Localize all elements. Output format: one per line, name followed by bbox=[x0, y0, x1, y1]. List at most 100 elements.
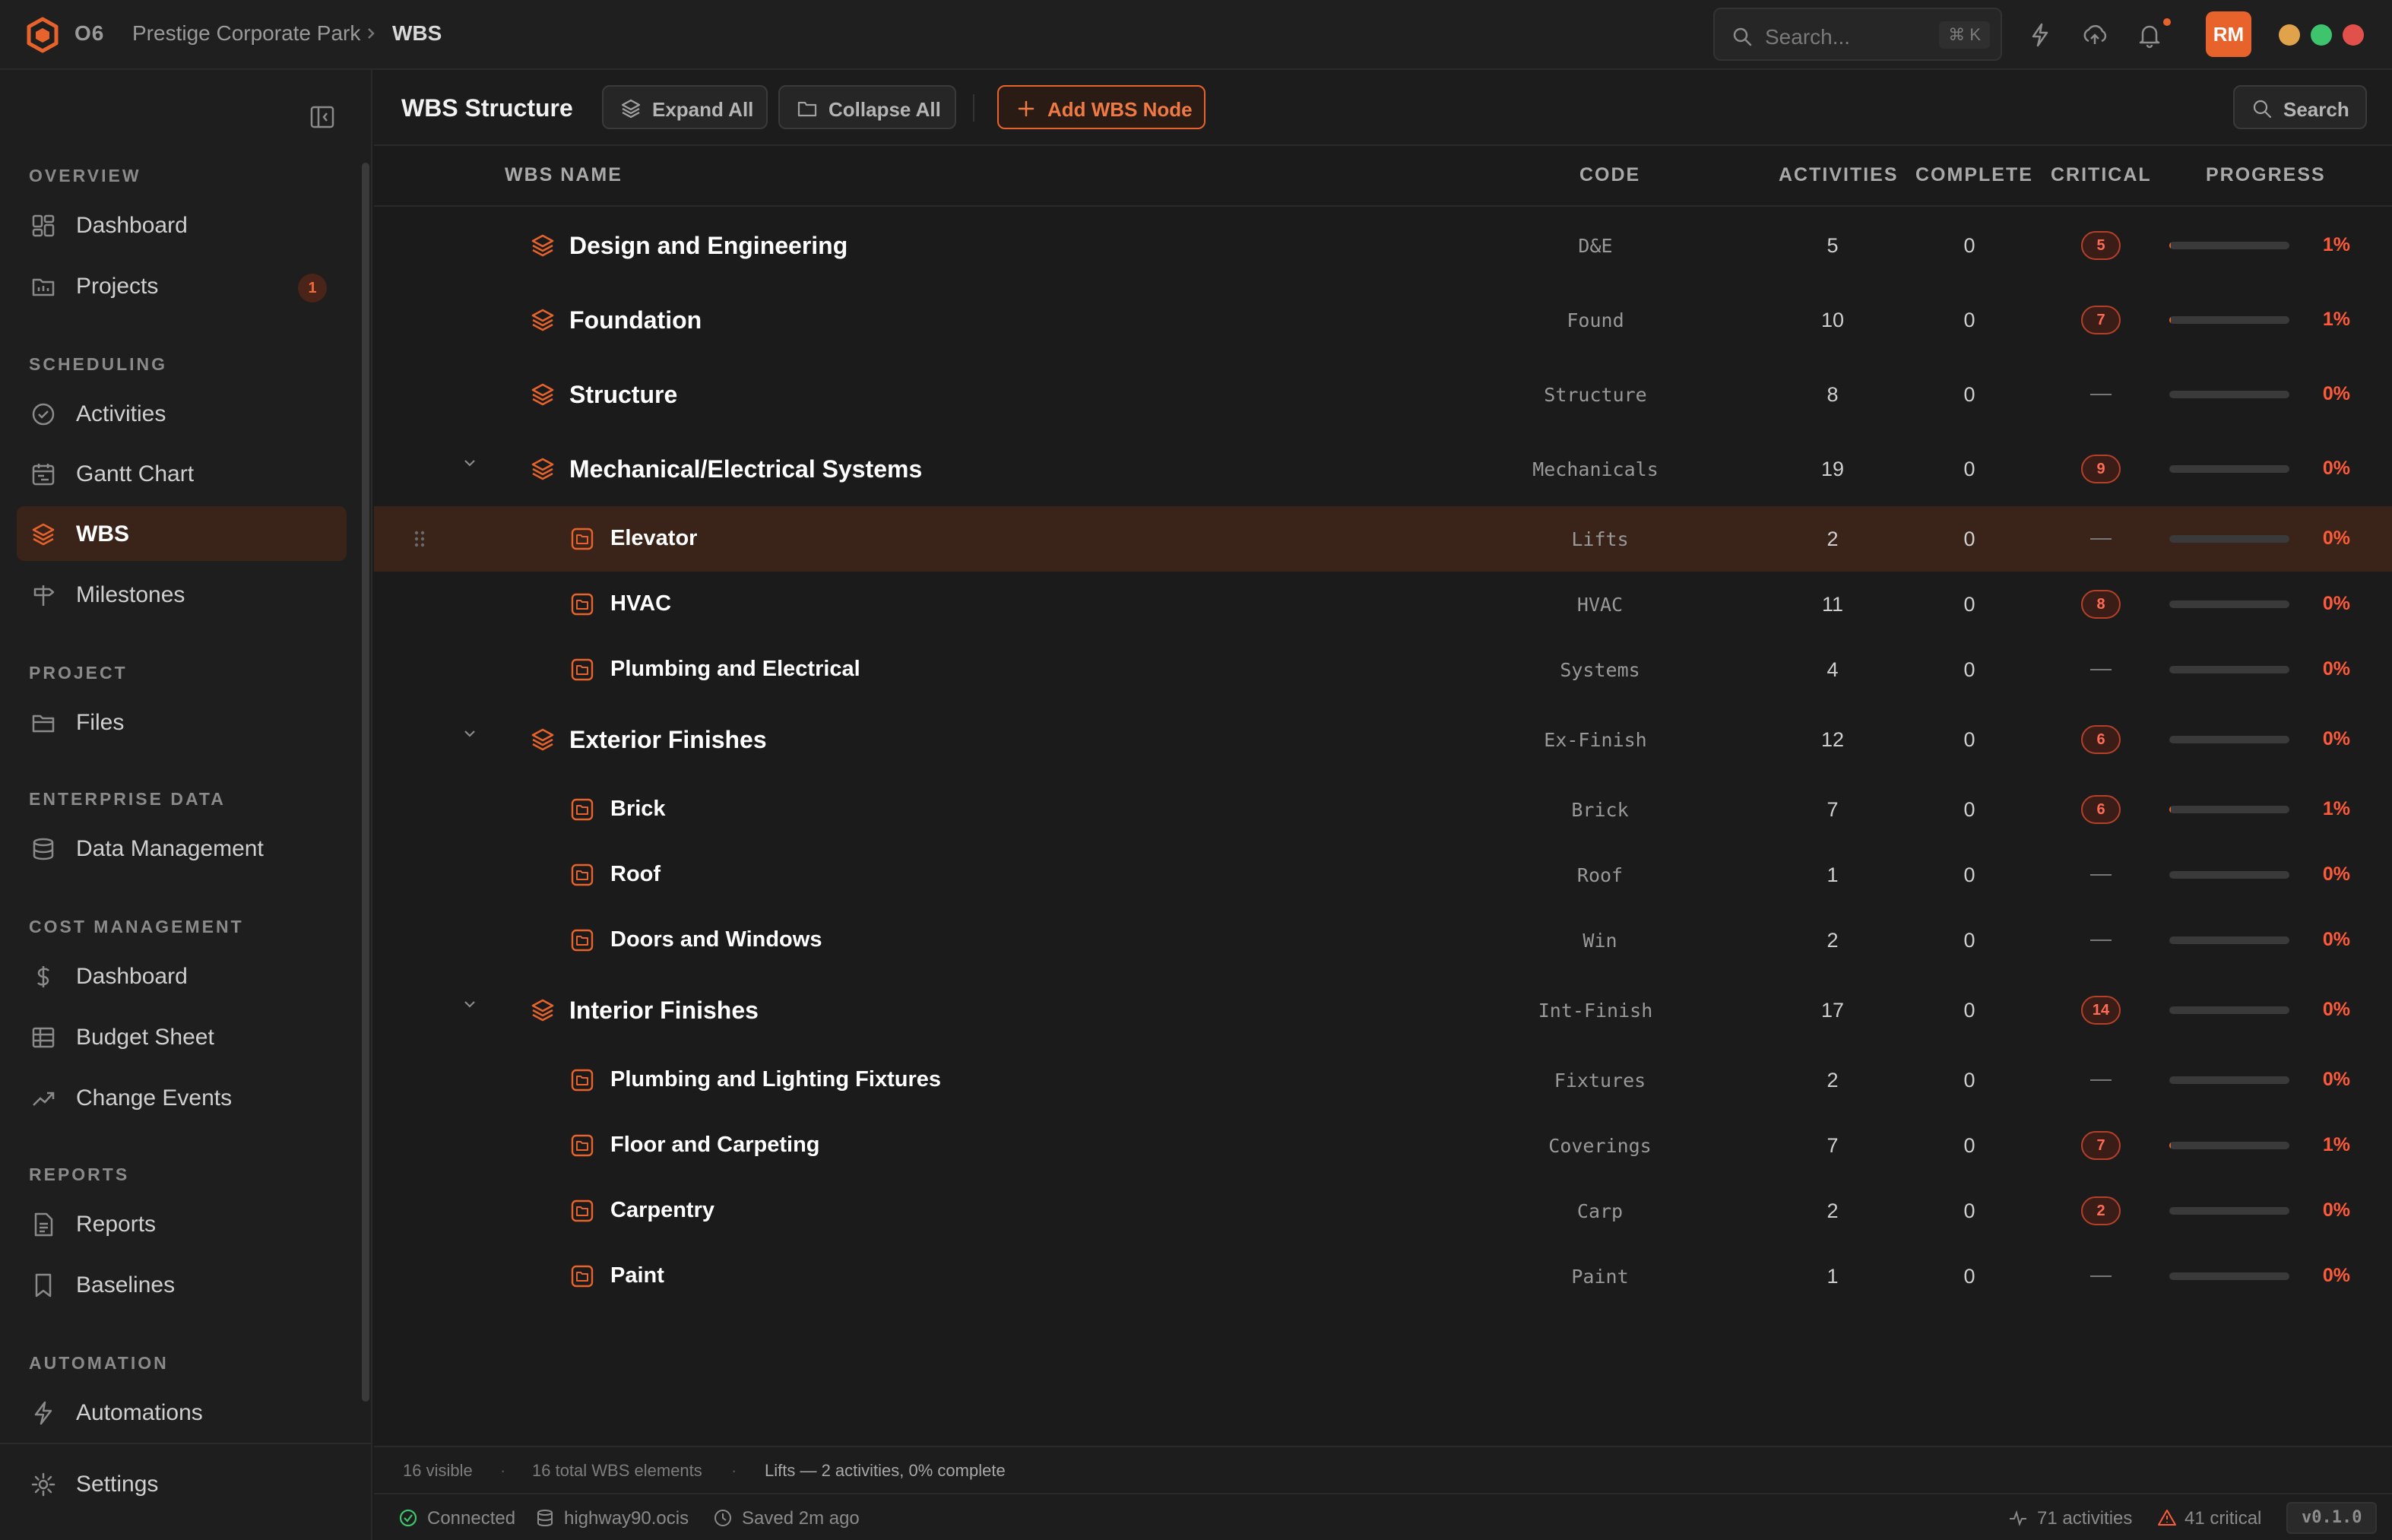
sidebar-item-data-management[interactable]: Data Management bbox=[17, 821, 347, 876]
critical-total: 41 critical bbox=[2184, 1508, 2262, 1529]
table-row[interactable]: Design and Engineering D&E 5 0 5 1% bbox=[374, 208, 2392, 283]
column-header-activities[interactable]: ACTIVITIES bbox=[1779, 164, 1899, 186]
table-row[interactable]: Carpentry Carp 2 0 2 0% bbox=[374, 1178, 2392, 1244]
clock-icon bbox=[714, 1510, 731, 1526]
dollar-icon bbox=[37, 966, 49, 987]
activities-count: 11 bbox=[1821, 593, 1844, 616]
column-header-progress[interactable]: PROGRESS bbox=[2206, 164, 2326, 186]
complete-count: 0 bbox=[1963, 1265, 1975, 1288]
activities-count: 7 bbox=[1826, 1134, 1839, 1157]
expand-all-button[interactable]: Expand All bbox=[602, 85, 768, 129]
progress-percent: 1% bbox=[2322, 309, 2350, 330]
sidebar-item-files[interactable]: Files bbox=[17, 695, 347, 749]
wbs-code: Ex-Finish bbox=[1544, 729, 1647, 751]
collapse-all-button[interactable]: Collapse All bbox=[778, 85, 956, 129]
wbs-toolbar: WBS Structure Expand All Collapse All Ad… bbox=[374, 70, 2392, 146]
sidebar-item-milestones[interactable]: Milestones bbox=[17, 567, 347, 622]
wbs-code: Paint bbox=[1571, 1266, 1629, 1288]
table-row[interactable]: Paint Paint 1 0 0% bbox=[374, 1244, 2392, 1309]
wbs-name: Foundation bbox=[569, 306, 702, 334]
table-row[interactable]: Foundation Found 10 0 7 1% bbox=[374, 283, 2392, 357]
sidebar-item-projects[interactable]: Projects 1 bbox=[17, 258, 347, 313]
table-row[interactable]: Mechanical/Electrical Systems Mechanicals… bbox=[374, 432, 2392, 506]
progress-bar bbox=[2169, 600, 2289, 608]
chevron-down-icon[interactable] bbox=[459, 723, 480, 744]
table-row[interactable]: Structure Structure 8 0 0% bbox=[374, 357, 2392, 432]
table-row[interactable]: Plumbing and Lighting Fixtures Fixtures 2 0… bbox=[374, 1047, 2392, 1113]
sidebar-item-activities[interactable]: Activities bbox=[17, 386, 347, 441]
add-wbs-node-label: Add WBS Node bbox=[1047, 98, 1193, 121]
wbs-code: Brick bbox=[1571, 799, 1629, 821]
table-row[interactable]: Floor and Carpeting Coverings 7 0 7 1% bbox=[374, 1113, 2392, 1178]
sidebar-item-dashboard[interactable]: Dashboard bbox=[17, 198, 347, 252]
sidebar-item-change-events[interactable]: Change Events bbox=[17, 1070, 347, 1125]
progress-bar bbox=[2169, 242, 2289, 249]
window-maximize-button[interactable] bbox=[2311, 24, 2332, 46]
sidebar-collapse-icon[interactable] bbox=[309, 103, 336, 131]
table-row[interactable]: Elevator Lifts 2 0 0% bbox=[374, 506, 2392, 572]
table-row[interactable]: Doors and Windows Win 2 0 0% bbox=[374, 908, 2392, 973]
window-minimize-button[interactable] bbox=[2279, 24, 2300, 46]
progress-percent: 0% bbox=[2322, 863, 2350, 885]
table-row[interactable]: Interior Finishes Int-Finish 17 0 14 0% bbox=[374, 973, 2392, 1047]
connected-icon bbox=[399, 1509, 417, 1527]
trend-icon bbox=[33, 1092, 55, 1106]
critical-badge: 9 bbox=[2081, 455, 2121, 483]
table-row[interactable]: HVAC HVAC 11 0 8 0% bbox=[374, 572, 2392, 637]
sidebar-scrollbar[interactable] bbox=[362, 163, 369, 1402]
activities-count: 7 bbox=[1826, 798, 1839, 821]
progress-bar bbox=[2169, 666, 2289, 673]
activities-count: 1 bbox=[1826, 863, 1839, 886]
critical-empty-dash bbox=[2090, 874, 2112, 876]
cloud-upload-icon[interactable] bbox=[2080, 20, 2110, 50]
wbs-code: Coverings bbox=[1548, 1135, 1652, 1157]
table-search-button[interactable]: Search bbox=[2233, 85, 2367, 129]
folder-icon bbox=[571, 1199, 594, 1222]
database-icon bbox=[537, 1510, 553, 1526]
bell-icon[interactable] bbox=[2134, 20, 2165, 50]
avatar[interactable]: RM bbox=[2206, 11, 2251, 57]
sidebar-item-settings[interactable]: Settings bbox=[17, 1456, 347, 1511]
table-row[interactable]: Exterior Finishes Ex-Finish 12 0 6 0% bbox=[374, 702, 2392, 777]
app-logo-icon[interactable] bbox=[26, 17, 59, 53]
bolt-icon[interactable] bbox=[2025, 20, 2055, 50]
critical-empty-dash bbox=[2090, 940, 2112, 941]
sidebar-item-wbs[interactable]: WBS bbox=[17, 506, 347, 561]
sidebar-item-reports[interactable]: Reports bbox=[17, 1196, 347, 1251]
sidebar-item-baselines[interactable]: Baselines bbox=[17, 1257, 347, 1312]
sidebar-item-label: Automations bbox=[76, 1400, 203, 1425]
complete-count: 0 bbox=[1963, 798, 1975, 821]
critical-empty-dash bbox=[2090, 1275, 2112, 1277]
search-icon bbox=[2253, 100, 2272, 119]
add-wbs-node-button[interactable]: Add WBS Node bbox=[997, 85, 1206, 129]
critical-empty-dash bbox=[2090, 394, 2112, 395]
settings-label: Settings bbox=[76, 1472, 159, 1497]
wbs-code: Lifts bbox=[1571, 528, 1629, 550]
wbs-code: Structure bbox=[1544, 384, 1647, 406]
column-header-critical[interactable]: CRITICAL bbox=[2051, 164, 2152, 186]
breadcrumb-project[interactable]: Prestige Corporate Park bbox=[132, 21, 360, 46]
window-close-button[interactable] bbox=[2343, 24, 2364, 46]
folder-icon bbox=[571, 1134, 594, 1157]
global-search-input[interactable]: Search... ⌘ K bbox=[1713, 8, 2002, 61]
sidebar-item-label: Projects bbox=[76, 274, 159, 299]
column-header-code[interactable]: CODE bbox=[1579, 164, 1640, 186]
search-icon bbox=[1733, 27, 1752, 46]
total-count: 16 total WBS elements bbox=[532, 1461, 702, 1480]
collapse-all-label: Collapse All bbox=[828, 98, 941, 121]
table-row[interactable]: Roof Roof 1 0 0% bbox=[374, 842, 2392, 908]
chevron-right-icon bbox=[368, 28, 375, 39]
sidebar-item-cost-dashboard[interactable]: Dashboard bbox=[17, 949, 347, 1003]
sidebar-item-automations[interactable]: Automations bbox=[17, 1385, 347, 1440]
critical-empty-dash bbox=[2090, 538, 2112, 540]
critical-badge: 8 bbox=[2081, 590, 2121, 619]
chevron-down-icon[interactable] bbox=[459, 452, 480, 474]
table-row[interactable]: Plumbing and Electrical Systems 4 0 0% bbox=[374, 637, 2392, 702]
selection-summary: Lifts — 2 activities, 0% complete bbox=[765, 1461, 1006, 1480]
table-row[interactable]: Brick Brick 7 0 6 1% bbox=[374, 777, 2392, 842]
column-header-complete[interactable]: COMPLETE bbox=[1915, 164, 2033, 186]
chevron-down-icon[interactable] bbox=[459, 993, 480, 1015]
sidebar-item-gantt-chart[interactable]: Gantt Chart bbox=[17, 446, 347, 501]
sidebar-item-budget-sheet[interactable]: Budget Sheet bbox=[17, 1009, 347, 1064]
column-header-wbs-name[interactable]: WBS NAME bbox=[505, 164, 623, 186]
